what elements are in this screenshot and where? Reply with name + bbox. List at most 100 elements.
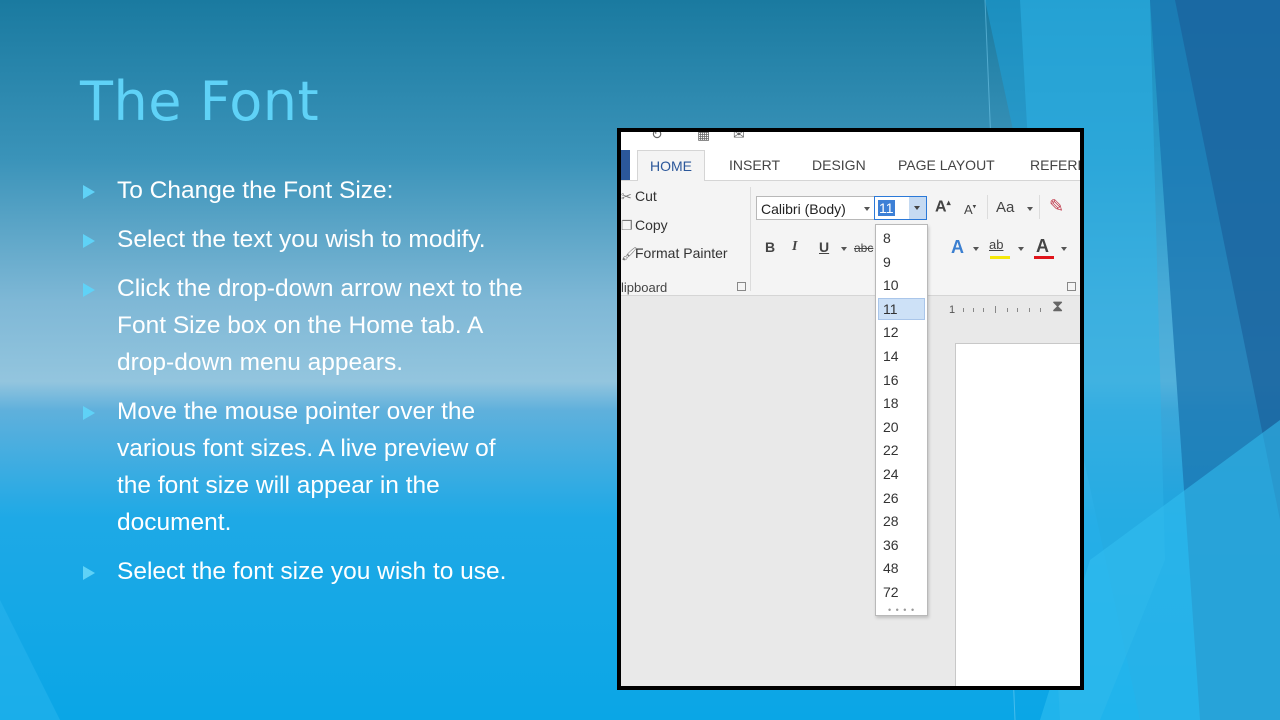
tab-home[interactable]: HOME [637,150,705,182]
horizontal-ruler[interactable]: 1 ⧗ [943,298,1080,320]
font-size-option[interactable]: 26 [878,487,925,509]
bullet-arrow-icon [83,406,95,420]
tab-insert[interactable]: INSERT [729,157,780,173]
font-size-option[interactable]: 10 [878,274,925,296]
ruler-tick [1040,308,1041,312]
font-size-option[interactable]: 14 [878,345,925,367]
ruler-tick [995,306,996,313]
text-effects-caret-icon[interactable] [973,247,979,251]
bullet-text: Click the drop-down arrow next to the Fo… [117,275,523,376]
highlight-button[interactable]: ab [989,237,1003,252]
bullet-text: Move the mouse pointer over the various … [117,398,496,536]
indent-marker-icon[interactable]: ⧗ [1052,298,1063,316]
group-separator [987,195,988,219]
cut-label: Cut [635,188,657,204]
word-screenshot: ↻ ▦ ✉ HOME INSERT DESIGN PAGE LAYOUT REF… [617,128,1084,690]
email-icon[interactable]: ✉ [733,132,745,143]
ruler-tick [1029,308,1030,312]
change-case-button[interactable]: Aa [996,199,1014,216]
ruler-tick [983,308,984,312]
italic-button[interactable]: I [792,239,797,255]
slide: The Font To Change the Font Size: Select… [0,0,1280,720]
tab-page-layout[interactable]: PAGE LAYOUT [898,157,995,173]
bullet-item: Select the font size you wish to use. [82,553,532,590]
bullet-arrow-icon [83,185,95,199]
font-size-option[interactable]: 16 [878,369,925,391]
format-painter-button[interactable]: 🖌Format Painter [621,245,728,262]
bullet-arrow-icon [83,234,95,248]
font-color-caret-icon[interactable] [1061,247,1067,251]
ribbon: ✂ Cut ❐ Copy 🖌Format Painter lipboard Cali… [621,181,1080,296]
ruler-tick [1007,308,1008,312]
paintbrush-icon: 🖌 [621,246,638,261]
print-preview-icon[interactable]: ▦ [697,132,710,143]
copy-button[interactable]: ❐ Copy [621,217,668,234]
redo-icon[interactable]: ↻ [651,132,663,143]
document-area: 1 ⧗ [621,296,1080,686]
font-size-option[interactable]: 72 [878,581,925,603]
bullet-text: To Change the Font Size: [117,177,394,204]
font-size-option[interactable]: 20 [878,416,925,438]
font-size-option[interactable]: 22 [878,439,925,461]
group-separator [750,187,751,291]
bullet-item: Move the mouse pointer over the various … [82,393,532,541]
shrink-font-icon: A [964,202,973,217]
font-color-button[interactable]: A [1036,236,1049,257]
font-size-option[interactable]: 18 [878,392,925,414]
font-size-option[interactable]: 12 [878,321,925,343]
font-color-bar [1034,256,1054,259]
shrink-font-button[interactable]: A▾ [964,202,976,217]
ruler-number: 1 [949,304,956,316]
ribbon-tab-bar: HOME INSERT DESIGN PAGE LAYOUT REFERE [621,150,1080,182]
font-name-value: Calibri (Body) [761,201,846,217]
copy-icon: ❐ [621,218,633,233]
change-case-caret-icon[interactable] [1027,207,1033,211]
bullet-arrow-icon [83,283,95,297]
word-window: ↻ ▦ ✉ HOME INSERT DESIGN PAGE LAYOUT REF… [621,132,1080,686]
bullet-text: Select the text you wish to modify. [117,226,486,253]
font-size-combo[interactable]: 11 [874,196,927,220]
format-painter-label: Format Painter [635,245,728,261]
underline-button[interactable]: U [819,239,829,255]
bullet-text: Select the font size you wish to use. [117,558,507,585]
strikethrough-button[interactable]: abc [854,241,873,255]
font-name-combo[interactable]: Calibri (Body) [756,196,875,220]
font-size-option[interactable]: 36 [878,534,925,556]
tab-design[interactable]: DESIGN [812,157,866,173]
slide-title: The Font [80,70,320,133]
font-size-dropdown-button[interactable] [909,197,926,219]
file-tab-edge[interactable] [621,150,630,180]
cut-button[interactable]: ✂ Cut [621,188,657,205]
font-size-value: 11 [878,200,895,216]
clipboard-group-label: lipboard [621,280,668,295]
change-case-icon: Aa [996,199,1015,216]
font-size-option[interactable]: 24 [878,463,925,485]
font-size-option[interactable]: 8 [878,227,925,249]
font-size-option[interactable]: 28 [878,510,925,532]
document-page[interactable] [955,343,1080,686]
bold-button[interactable]: B [765,239,775,255]
ruler-tick [973,308,974,312]
resize-grip-icon[interactable]: • • • • [888,605,915,615]
text-effects-button[interactable]: A [951,237,964,258]
ruler-tick [963,308,964,312]
underline-caret-icon[interactable] [841,247,847,251]
scissors-icon: ✂ [621,189,632,204]
clipboard-launcher-icon[interactable] [737,282,746,291]
font-size-option[interactable]: 48 [878,557,925,579]
font-launcher-icon[interactable] [1067,282,1076,291]
bullet-item: Select the text you wish to modify. [82,221,532,258]
bullet-item: Click the drop-down arrow next to the Fo… [82,270,532,381]
font-size-option[interactable]: 11 [878,297,925,320]
grow-font-icon: A [935,198,947,216]
ruler-tick [1017,308,1018,312]
font-name-dropdown-icon[interactable] [864,207,870,211]
clear-formatting-icon[interactable]: ✎ [1049,196,1064,217]
highlight-color-bar [990,256,1010,259]
font-size-menu: 8 9 10 11 12 14 16 18 20 22 24 26 28 36 48 72 • • • • [875,224,928,616]
copy-label: Copy [635,217,668,233]
font-size-option[interactable]: 9 [878,251,925,273]
tab-references[interactable]: REFERE [1030,157,1080,173]
grow-font-button[interactable]: A▴ [935,198,951,216]
highlight-caret-icon[interactable] [1018,247,1024,251]
